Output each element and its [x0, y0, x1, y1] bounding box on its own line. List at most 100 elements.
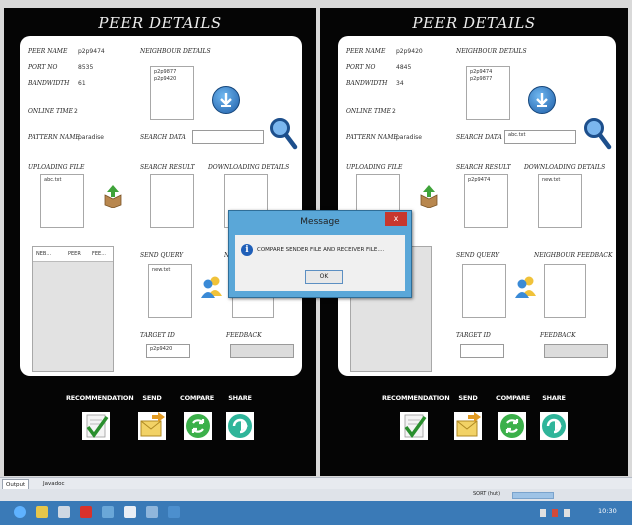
- peer-panel: PEER NAME p2p9420 PORT NO 4845 BANDWIDTH…: [338, 36, 616, 376]
- neighbour-list[interactable]: p2p9474 p2p9877: [466, 66, 510, 120]
- feedback-input[interactable]: [230, 344, 294, 358]
- send-label: SEND: [458, 394, 478, 402]
- users-icon[interactable]: [200, 274, 224, 298]
- peer-name-value: p2p9420: [396, 48, 423, 55]
- download-arrow-icon[interactable]: [528, 86, 556, 114]
- taskbar-app-icon[interactable]: [146, 506, 158, 518]
- peer-title: PEER DETAILS: [98, 14, 222, 32]
- neighbour-feedback-label: NEIGHBOUR FEEDBACK: [534, 252, 613, 259]
- search-input[interactable]: [192, 130, 264, 144]
- port-label: PORT NO: [28, 64, 58, 71]
- table-header[interactable]: FEE...: [89, 249, 109, 260]
- pattern-value: paradise: [396, 134, 422, 141]
- compare-label: COMPARE: [180, 394, 215, 402]
- target-id-input[interactable]: p2p9420: [146, 344, 190, 358]
- target-id-input[interactable]: [460, 344, 504, 358]
- dialog-title: Message: [300, 217, 340, 227]
- send-mail-icon[interactable]: [454, 412, 482, 440]
- online-time-value: 2: [74, 108, 78, 115]
- share-label: SHARE: [228, 394, 252, 402]
- downloading-details-label: DOWNLOADING DETAILS: [208, 164, 290, 171]
- search-magnifier-icon[interactable]: [582, 116, 612, 150]
- bandwidth-label: BANDWIDTH: [346, 80, 388, 87]
- neighbour-feedback-list[interactable]: [544, 264, 586, 318]
- target-id-label: TARGET ID: [140, 332, 175, 339]
- taskbar-app-icon[interactable]: [58, 506, 70, 518]
- bandwidth-value: 34: [396, 80, 404, 87]
- start-icon[interactable]: [14, 506, 26, 518]
- dialog-message: COMPARE SENDER FILE AND RECEIVER FILE...…: [257, 247, 385, 253]
- download-arrow-icon[interactable]: [212, 86, 240, 114]
- send-query-list[interactable]: new.txt: [148, 264, 192, 318]
- table-header[interactable]: NEB...: [33, 249, 65, 260]
- uploading-file-list[interactable]: abc.txt: [40, 174, 84, 228]
- dialog-close-button[interactable]: x: [385, 212, 407, 226]
- feedback-label: FEEDBACK: [540, 332, 576, 339]
- send-query-item[interactable]: new.txt: [149, 265, 191, 276]
- taskbar-app-icon[interactable]: [80, 506, 92, 518]
- online-time-label: ONLINE TIME: [28, 108, 73, 115]
- search-result-label: SEARCH RESULT: [140, 164, 195, 171]
- bandwidth-value: 61: [78, 80, 86, 87]
- search-input[interactable]: abc.txt: [504, 130, 576, 144]
- neighbour-list[interactable]: p2p9877 p2p9420: [150, 66, 194, 120]
- search-magnifier-icon[interactable]: [268, 116, 298, 150]
- compare-label: COMPARE: [496, 394, 531, 402]
- ok-button[interactable]: OK: [305, 270, 343, 284]
- neighbour-feedback-table[interactable]: NEB... PEER FEE...: [32, 246, 114, 372]
- clock[interactable]: 10:30: [598, 507, 617, 515]
- compare-icon[interactable]: [498, 412, 526, 440]
- peer-panel: PEER NAME p2p9474 PORT NO 8535 BANDWIDTH…: [20, 36, 302, 376]
- taskbar-app-icon[interactable]: [124, 506, 136, 518]
- peer-name-label: PEER NAME: [28, 48, 68, 55]
- port-value: 4845: [396, 64, 412, 71]
- taskbar-app-icon[interactable]: [168, 506, 180, 518]
- feedback-input[interactable]: [544, 344, 608, 358]
- share-icon[interactable]: [540, 412, 568, 440]
- upload-box-icon[interactable]: [418, 184, 440, 209]
- feedback-label: FEEDBACK: [226, 332, 262, 339]
- upload-box-icon[interactable]: [102, 184, 124, 209]
- uploading-file-label: UPLOADING FILE: [346, 164, 403, 171]
- uploading-file-label: UPLOADING FILE: [28, 164, 85, 171]
- search-result-list[interactable]: [150, 174, 194, 228]
- share-icon[interactable]: [226, 412, 254, 440]
- recommendation-check-icon[interactable]: [82, 412, 110, 440]
- users-icon[interactable]: [514, 274, 538, 298]
- peer-name-label: PEER NAME: [346, 48, 386, 55]
- tray-icons[interactable]: [540, 509, 584, 517]
- target-id-label: TARGET ID: [456, 332, 491, 339]
- info-icon: i: [241, 244, 253, 256]
- neighbour-item[interactable]: p2p9420: [151, 74, 193, 85]
- taskbar: 10:30: [0, 501, 632, 525]
- pattern-label: PATTERN NAME: [28, 134, 80, 141]
- neighbour-item[interactable]: p2p9877: [467, 74, 509, 85]
- send-mail-icon[interactable]: [138, 412, 166, 440]
- compare-icon[interactable]: [184, 412, 212, 440]
- send-label: SEND: [142, 394, 162, 402]
- uploading-item[interactable]: abc.txt: [41, 175, 83, 186]
- tab-javadoc[interactable]: Javadoc: [40, 479, 68, 489]
- send-query-label: SEND QUERY: [140, 252, 184, 259]
- share-label: SHARE: [542, 394, 566, 402]
- pattern-value: paradise: [78, 134, 104, 141]
- status-text: SORT (hut): [473, 491, 501, 497]
- online-time-value: 2: [392, 108, 396, 115]
- pattern-label: PATTERN NAME: [346, 134, 398, 141]
- online-time-label: ONLINE TIME: [346, 108, 391, 115]
- search-result-item[interactable]: p2p9474: [465, 175, 507, 186]
- download-item[interactable]: new.txt: [539, 175, 581, 186]
- neighbour-details-label: NEIGHBOUR DETAILS: [140, 48, 211, 55]
- table-header[interactable]: PEER: [65, 249, 89, 260]
- taskbar-app-icon[interactable]: [102, 506, 114, 518]
- taskbar-app-icon[interactable]: [36, 506, 48, 518]
- downloading-details-list[interactable]: new.txt: [538, 174, 582, 228]
- bandwidth-label: BANDWIDTH: [28, 80, 70, 87]
- recommendation-check-icon[interactable]: [400, 412, 428, 440]
- send-query-label: SEND QUERY: [456, 252, 500, 259]
- send-query-list[interactable]: [462, 264, 506, 318]
- search-result-list[interactable]: p2p9474: [464, 174, 508, 228]
- search-data-label: SEARCH DATA: [456, 134, 502, 141]
- port-label: PORT NO: [346, 64, 376, 71]
- recommendation-label: RECOMMENDATION: [66, 394, 134, 402]
